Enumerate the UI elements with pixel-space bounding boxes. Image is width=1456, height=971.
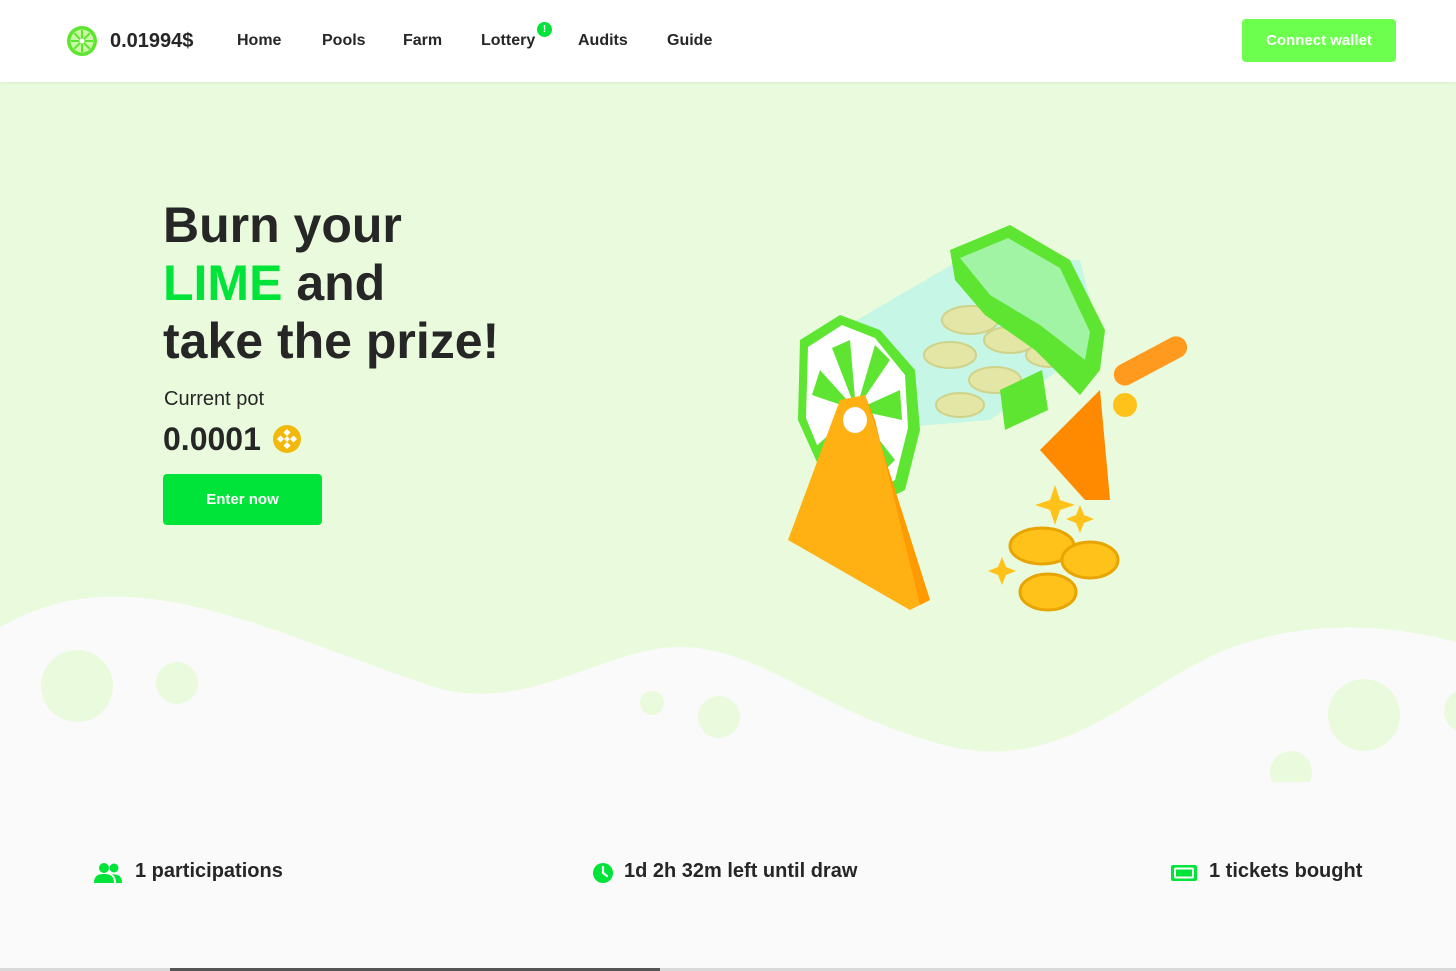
- bnb-icon: [273, 425, 301, 453]
- connect-wallet-button[interactable]: Connect wallet: [1242, 19, 1396, 62]
- nav-home[interactable]: Home: [237, 32, 281, 50]
- enter-now-button[interactable]: Enter now: [163, 474, 322, 525]
- hero-title-line1: Burn your: [163, 197, 402, 253]
- nav-audits[interactable]: Audits: [578, 32, 628, 50]
- lottery-machine-illustration: [788, 225, 1188, 612]
- nav-guide[interactable]: Guide: [667, 32, 712, 50]
- hero-title-highlight: LIME: [163, 255, 283, 311]
- tickets-bought-stat: 1 tickets bought: [1209, 860, 1363, 882]
- participations-stat: 1 participations: [135, 860, 283, 882]
- lottery-alert-badge: !: [537, 22, 552, 37]
- navbar: 0.01994$ Home Pools Farm Lottery ! Audit…: [0, 0, 1456, 82]
- nav-lottery[interactable]: Lottery: [481, 32, 535, 50]
- hero-title-line2: LIME and: [163, 254, 499, 312]
- nav-pools[interactable]: Pools: [322, 32, 366, 50]
- lime-logo-icon[interactable]: [66, 25, 98, 57]
- time-left-stat: 1d 2h 32m left until draw: [624, 860, 858, 882]
- nav-farm[interactable]: Farm: [403, 32, 442, 50]
- clock-icon: [593, 863, 613, 883]
- current-pot-label: Current pot: [164, 388, 265, 410]
- ticket-icon: [1171, 865, 1197, 881]
- current-pot-value: 0.0001: [163, 421, 261, 457]
- lime-price: 0.01994$: [110, 30, 194, 52]
- hero-title-line3: take the prize!: [163, 313, 500, 369]
- participants-icon: [94, 863, 122, 883]
- hero-title: Burn your LIME and take the prize!: [163, 196, 499, 370]
- hero-title-line2-rest: and: [282, 255, 386, 311]
